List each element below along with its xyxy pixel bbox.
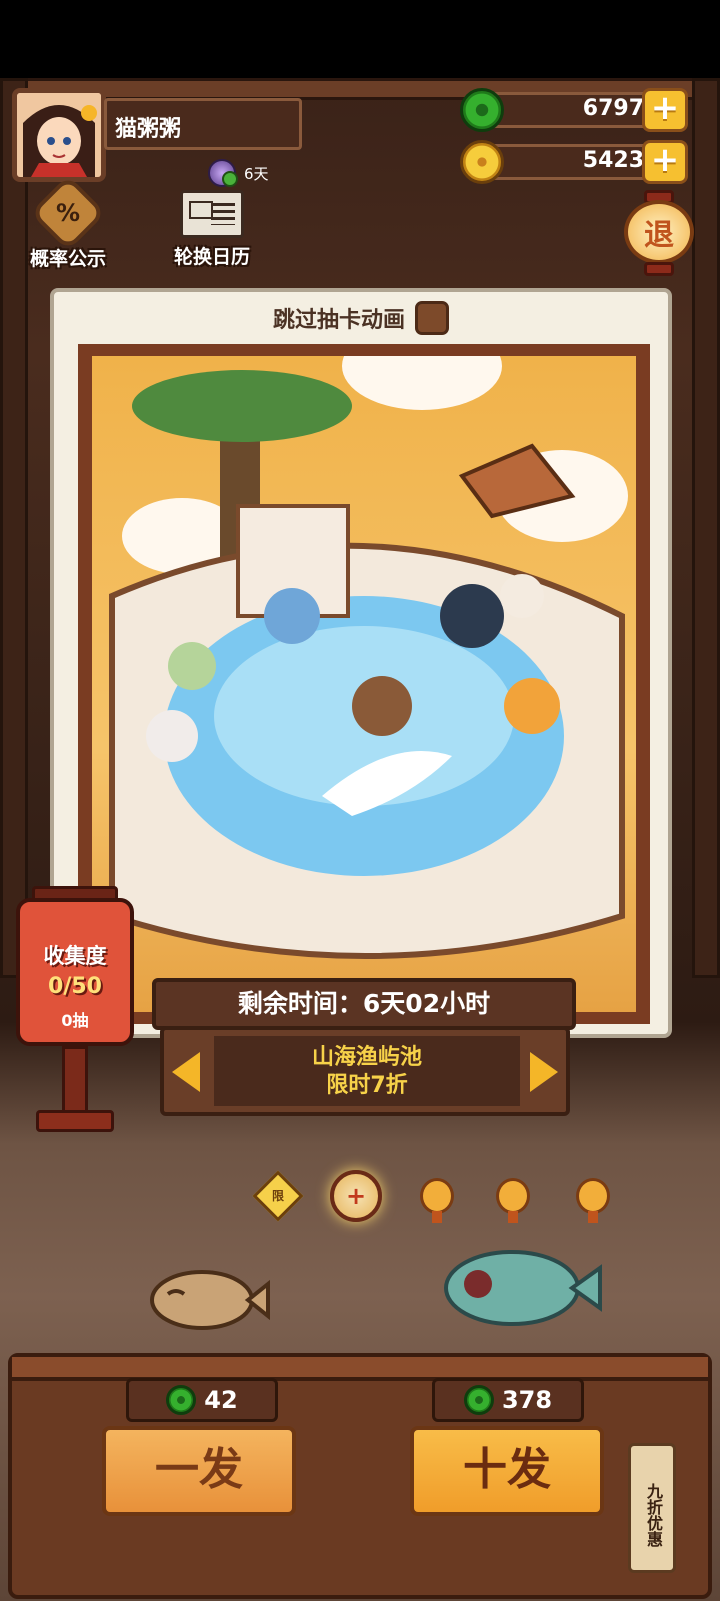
calendar-label: 轮换日历 bbox=[173, 246, 250, 268]
pool-name: 山海渔屿池 限时7折 bbox=[214, 1036, 520, 1106]
character-badge-icon bbox=[208, 159, 238, 187]
puffer-fish-icon bbox=[150, 1270, 270, 1330]
collection-lantern[interactable]: 收集度 0/50 0抽 bbox=[14, 886, 136, 1136]
percent-gear-icon: % bbox=[29, 174, 107, 252]
jade-currency: 6797 + bbox=[460, 88, 688, 132]
status-bar bbox=[0, 0, 720, 78]
jade-icon bbox=[460, 88, 504, 132]
rates-label: 概率公示 bbox=[29, 248, 106, 270]
pool-discount: 限时7折 bbox=[326, 1073, 408, 1098]
next-pool-arrow-icon[interactable] bbox=[530, 1052, 558, 1092]
lantern-base bbox=[36, 1110, 114, 1132]
pool-pagination: 限 + bbox=[252, 1168, 630, 1238]
collection-draws: 0抽 bbox=[61, 1011, 89, 1030]
skip-animation-label: 跳过抽卡动画 bbox=[272, 308, 405, 333]
avatar-portrait-icon bbox=[17, 93, 101, 177]
gacha-scene: 猫粥粥 6天 6797 + 5423 + % 概率公示 轮换日历 退 跳过抽卡动… bbox=[0, 78, 720, 1601]
collection-title: 收集度 bbox=[43, 944, 107, 968]
discount-tag: 九折优惠 bbox=[628, 1443, 676, 1573]
ten-draw-button[interactable]: 十发 bbox=[410, 1426, 604, 1516]
banner-art-frame bbox=[78, 344, 650, 1024]
lantern-body: 收集度 0/50 0抽 bbox=[16, 898, 134, 1046]
ten-draw-price: 378 bbox=[432, 1378, 584, 1422]
banner-illustration bbox=[92, 356, 636, 1012]
skip-animation-toggle[interactable]: 跳过抽卡动画 bbox=[54, 296, 668, 340]
jade-icon bbox=[166, 1385, 197, 1415]
exit-button[interactable]: 退 bbox=[620, 188, 700, 278]
lantern-bottom bbox=[644, 262, 674, 276]
gold-amount: 5423 bbox=[582, 148, 644, 173]
page-lantern-icon[interactable] bbox=[496, 1178, 530, 1214]
add-gold-button[interactable]: + bbox=[642, 140, 688, 184]
calendar-button[interactable]: 轮换日历 bbox=[162, 190, 262, 280]
jade-amount: 6797 bbox=[582, 96, 644, 121]
gold-coin-icon bbox=[460, 140, 504, 184]
single-price-value: 42 bbox=[204, 1386, 238, 1414]
rates-button[interactable]: % 概率公示 bbox=[18, 174, 118, 276]
login-days: 6天 bbox=[208, 158, 269, 188]
collection-progress: 0/50 bbox=[48, 974, 102, 999]
player-avatar[interactable] bbox=[12, 88, 106, 182]
remaining-time: 剩余时间：6天02小时 bbox=[152, 978, 576, 1030]
days-label: 6天 bbox=[244, 164, 269, 183]
add-jade-button[interactable]: + bbox=[642, 88, 688, 132]
counter-top-rail bbox=[12, 1357, 708, 1381]
prev-pool-arrow-icon[interactable] bbox=[172, 1052, 200, 1092]
banner-card: 跳过抽卡动画 bbox=[50, 288, 672, 1038]
player-name: 猫粥粥 bbox=[104, 98, 302, 150]
exit-lantern-icon: 退 bbox=[624, 200, 694, 264]
single-draw-price: 42 bbox=[126, 1378, 278, 1422]
gold-currency: 5423 + bbox=[460, 140, 688, 184]
jade-icon bbox=[463, 1385, 494, 1415]
fishing-pond-illustration-icon bbox=[109, 356, 628, 959]
carp-fish-icon bbox=[444, 1250, 602, 1326]
ten-price-value: 378 bbox=[501, 1386, 553, 1414]
calendar-icon bbox=[180, 190, 244, 238]
pool-title: 山海渔屿池 bbox=[311, 1045, 422, 1070]
pool-selector: 山海渔屿池 限时7折 bbox=[160, 1026, 570, 1116]
skip-checkbox[interactable] bbox=[415, 301, 449, 335]
page-lantern-icon[interactable] bbox=[420, 1178, 454, 1214]
lantern-post bbox=[62, 1046, 88, 1116]
page-limited-icon[interactable]: 限 bbox=[252, 1170, 304, 1222]
page-lantern-icon[interactable] bbox=[576, 1178, 610, 1214]
single-draw-button[interactable]: 一发 bbox=[102, 1426, 296, 1516]
page-current-icon[interactable]: + bbox=[330, 1170, 382, 1222]
